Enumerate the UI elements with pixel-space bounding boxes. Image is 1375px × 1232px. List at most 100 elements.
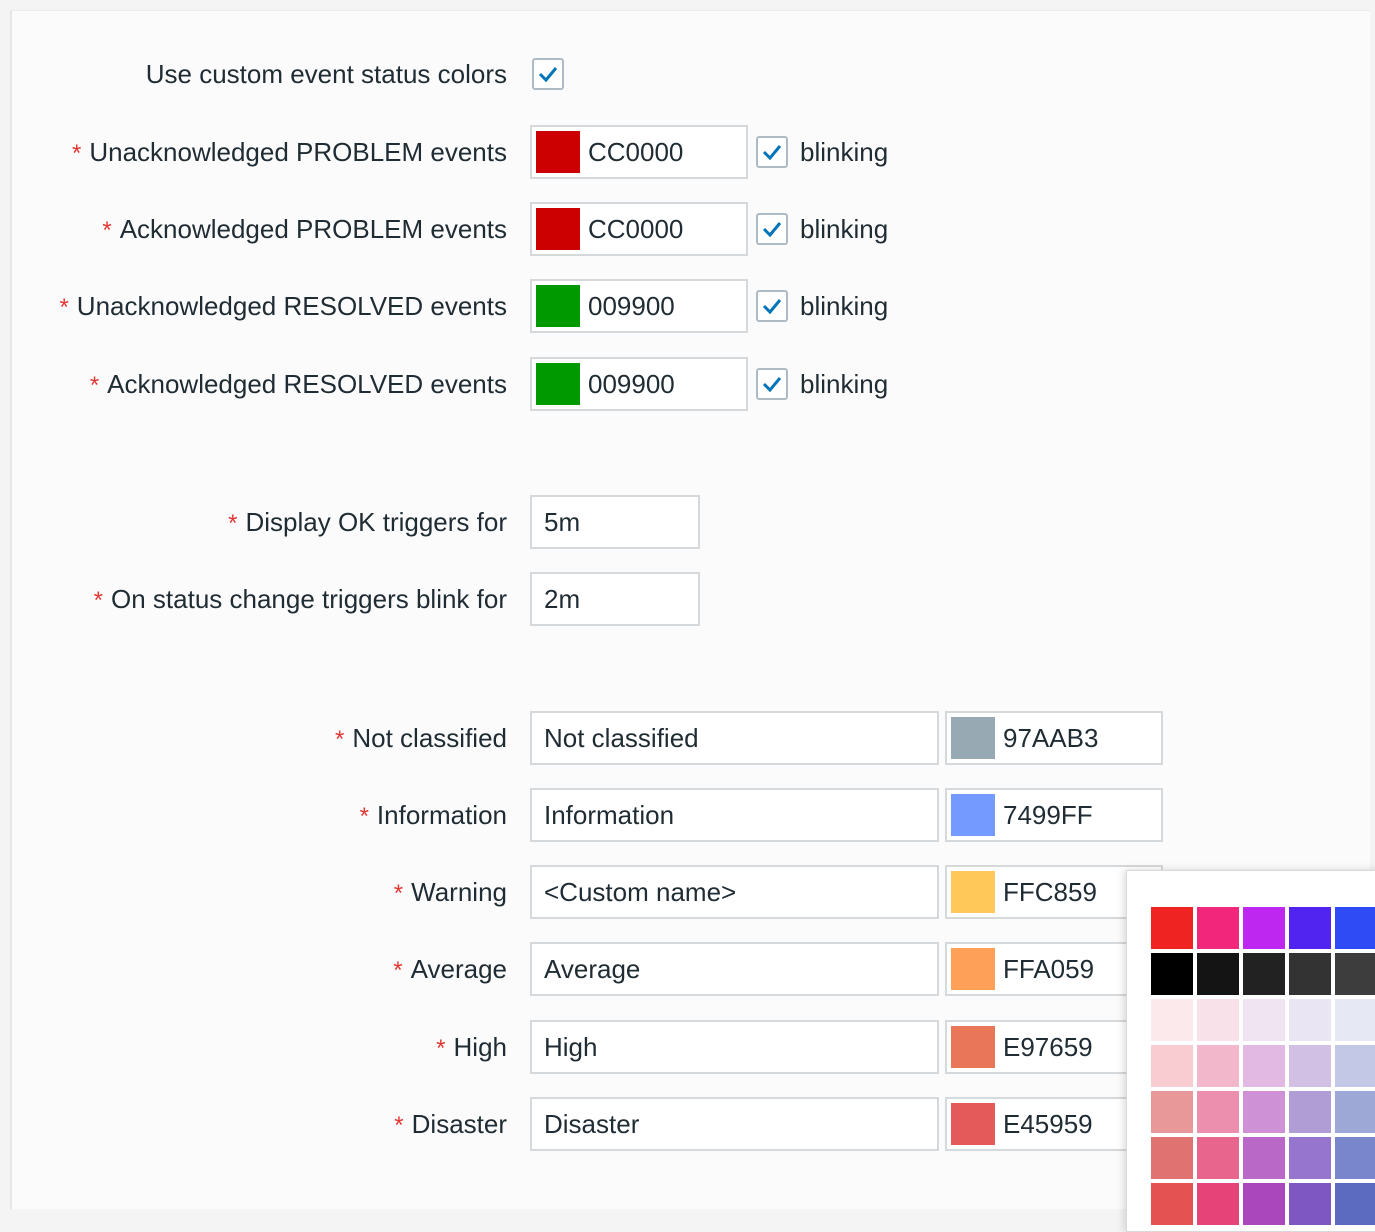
palette-color-cell[interactable]	[1289, 1045, 1331, 1087]
palette-color-cell[interactable]	[1335, 1045, 1375, 1087]
palette-color-cell[interactable]	[1197, 1137, 1239, 1179]
blink-for-input[interactable]: 2m	[530, 572, 700, 626]
palette-color-cell[interactable]	[1151, 1137, 1193, 1179]
color-swatch[interactable]	[951, 1103, 995, 1145]
event-color-row: * Acknowledged RESOLVED events 009900 blink…	[0, 357, 1375, 411]
required-mark: *	[335, 726, 345, 753]
palette-color-cell[interactable]	[1151, 1183, 1193, 1225]
palette-color-cell[interactable]	[1243, 1045, 1285, 1087]
checkmark-icon	[762, 222, 782, 238]
required-mark: *	[394, 1112, 404, 1139]
color-picker-popup	[1126, 870, 1375, 1232]
display-ok-input[interactable]: 5m	[530, 495, 700, 549]
color-swatch[interactable]	[951, 717, 995, 759]
palette-color-cell[interactable]	[1243, 1183, 1285, 1225]
severity-name-input[interactable]: <Custom name>	[530, 865, 939, 919]
event-color-row: * Unacknowledged PROBLEM events CC0000 blin…	[0, 125, 1375, 179]
severity-color-input[interactable]: 97AAB3	[945, 711, 1163, 765]
required-mark: *	[393, 880, 404, 907]
palette-color-cell[interactable]	[1243, 953, 1285, 995]
severity-name-input[interactable]: Disaster	[530, 1097, 939, 1151]
color-swatch[interactable]	[536, 131, 580, 173]
palette-color-cell[interactable]	[1243, 1137, 1285, 1179]
color-swatch[interactable]	[536, 363, 580, 405]
severity-name-input[interactable]: Average	[530, 942, 939, 996]
required-mark: *	[59, 294, 69, 321]
event-color-row: * Acknowledged PROBLEM events CC0000 blinki…	[0, 202, 1375, 256]
palette-color-cell[interactable]	[1197, 1045, 1239, 1087]
color-swatch[interactable]	[951, 1026, 995, 1068]
severity-color-value: FFC859	[1003, 877, 1097, 907]
severity-name-input[interactable]: Not classified	[530, 711, 939, 765]
blink-for-label: On status change triggers blink for	[111, 584, 507, 614]
palette-color-cell[interactable]	[1197, 1091, 1239, 1133]
event-color-input[interactable]: 009900	[530, 279, 748, 333]
palette-color-cell[interactable]	[1289, 999, 1331, 1041]
palette-color-cell[interactable]	[1197, 953, 1239, 995]
severity-color-input[interactable]: 7499FF	[945, 788, 1163, 842]
palette-color-cell[interactable]	[1243, 999, 1285, 1041]
palette-color-cell[interactable]	[1243, 1091, 1285, 1133]
palette-color-cell[interactable]	[1335, 953, 1375, 995]
blinking-label: blinking	[800, 214, 889, 244]
palette-color-cell[interactable]	[1289, 953, 1331, 995]
custom-colors-checkbox[interactable]	[532, 58, 564, 90]
blinking-checkbox[interactable]	[756, 136, 788, 168]
color-swatch[interactable]	[951, 948, 995, 990]
palette-color-cell[interactable]	[1151, 953, 1193, 995]
palette-color-cell[interactable]	[1289, 907, 1331, 949]
event-color-input[interactable]: CC0000	[530, 125, 748, 179]
required-mark: *	[359, 803, 369, 830]
required-mark: *	[93, 587, 104, 614]
custom-colors-label: Use custom event status colors	[145, 59, 507, 89]
severity-color-value: 7499FF	[1003, 800, 1093, 830]
palette-color-cell[interactable]	[1289, 1091, 1331, 1133]
event-color-value: CC0000	[588, 214, 684, 244]
blinking-label: blinking	[800, 291, 889, 321]
display-ok-row: * Display OK triggers for 5m	[0, 495, 1375, 549]
palette-color-cell[interactable]	[1151, 999, 1193, 1041]
blinking-checkbox[interactable]	[756, 368, 788, 400]
blinking-label: blinking	[800, 369, 889, 399]
event-color-row: * Unacknowledged RESOLVED events 009900 bli…	[0, 279, 1375, 333]
palette-color-cell[interactable]	[1197, 907, 1239, 949]
color-swatch[interactable]	[536, 285, 580, 327]
palette-color-cell[interactable]	[1335, 1137, 1375, 1179]
checkmark-icon	[762, 299, 782, 315]
palette-color-cell[interactable]	[1151, 1045, 1193, 1087]
blinking-checkbox[interactable]	[756, 213, 788, 245]
palette-color-cell[interactable]	[1243, 907, 1285, 949]
event-color-value: 009900	[588, 369, 675, 399]
palette-color-cell[interactable]	[1335, 1091, 1375, 1133]
severity-label: Not classified	[352, 723, 507, 753]
required-mark: *	[89, 372, 100, 399]
palette-color-cell[interactable]	[1289, 1137, 1331, 1179]
event-color-label: Acknowledged RESOLVED events	[107, 369, 507, 399]
color-swatch[interactable]	[951, 871, 995, 913]
event-color-label: Unacknowledged RESOLVED events	[76, 291, 507, 321]
palette-color-cell[interactable]	[1197, 999, 1239, 1041]
severity-color-value: FFA059	[1003, 954, 1095, 984]
color-swatch[interactable]	[536, 208, 580, 250]
palette-color-cell[interactable]	[1151, 907, 1193, 949]
severity-label: Disaster	[411, 1109, 507, 1139]
palette-color-cell[interactable]	[1151, 1091, 1193, 1133]
display-ok-label: Display OK triggers for	[245, 507, 507, 537]
palette-color-cell[interactable]	[1197, 1183, 1239, 1225]
palette-color-cell[interactable]	[1335, 999, 1375, 1041]
event-color-input[interactable]: 009900	[530, 357, 748, 411]
required-mark: *	[102, 217, 112, 244]
checkmark-icon	[538, 67, 558, 83]
event-color-input[interactable]: CC0000	[530, 202, 748, 256]
palette-color-cell[interactable]	[1335, 907, 1375, 949]
severity-name-input[interactable]: Information	[530, 788, 939, 842]
palette-color-cell[interactable]	[1335, 1183, 1375, 1225]
palette-color-cell[interactable]	[1289, 1183, 1331, 1225]
blinking-checkbox[interactable]	[756, 290, 788, 322]
severity-row: * Not classified Not classified 97AAB3	[0, 711, 1375, 765]
required-mark: *	[228, 510, 238, 537]
severity-label: Warning	[411, 877, 507, 907]
severity-label: Average	[410, 954, 507, 984]
color-swatch[interactable]	[951, 794, 995, 836]
severity-name-input[interactable]: High	[530, 1020, 939, 1074]
